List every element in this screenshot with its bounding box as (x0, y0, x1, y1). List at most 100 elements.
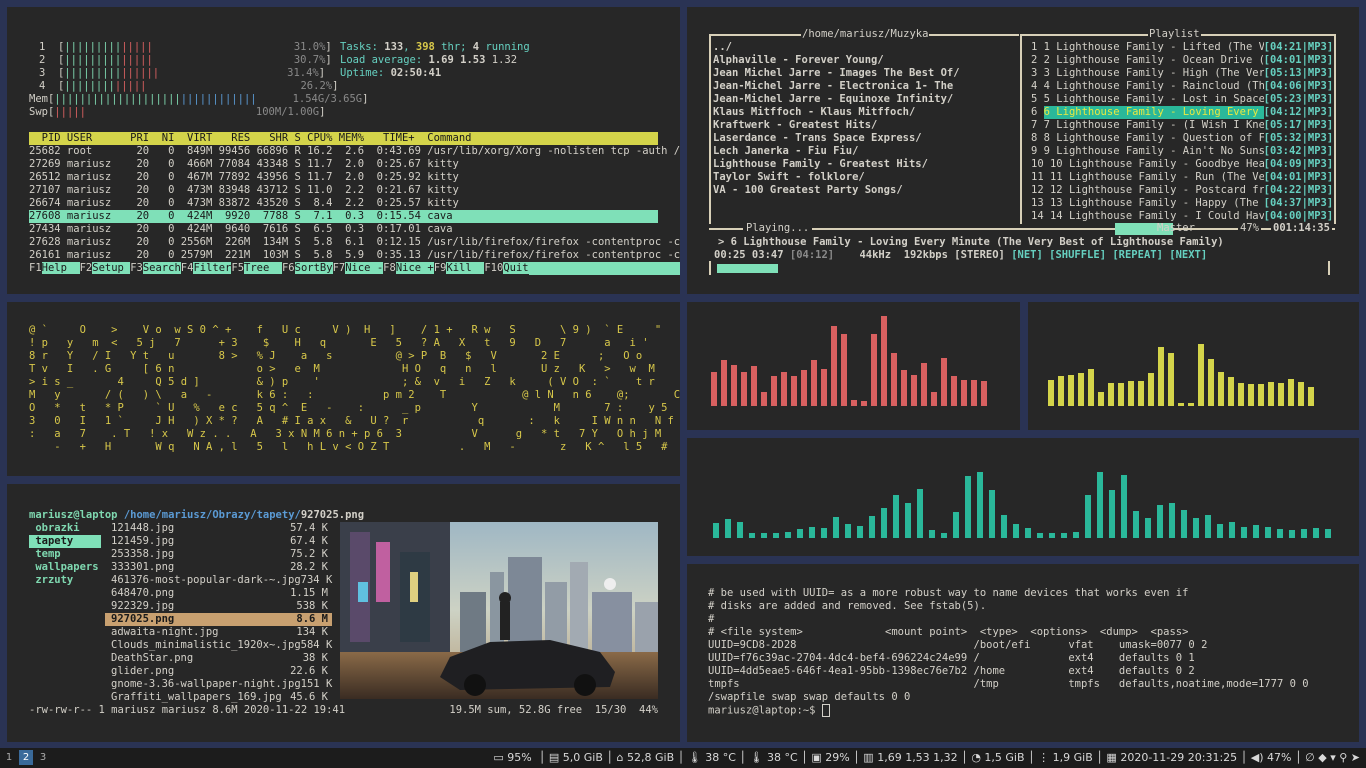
ranger-parent-column[interactable]: obrazki tapety temp wallpapers zrzuty (29, 522, 101, 587)
playlist-index: 4 (1031, 80, 1044, 92)
playlist-row[interactable]: 3 3 Lighthouse Family - High (The Very [… (1031, 67, 1333, 80)
playlist-row[interactable]: 11 11 Lighthouse Family - Run (The Very … (1031, 171, 1333, 184)
playlist-row[interactable]: 9 9 Lighthouse Family - Ain't No Sunshi[… (1031, 145, 1333, 158)
process-row[interactable]: 25682 root 20 0 849M 99456 66896 R 16.2 … (29, 145, 680, 158)
terminal-line: # disks are added and removed. See fstab… (708, 600, 987, 612)
process-row[interactable]: 27107 mariusz 20 0 473M 83948 43712 S 11… (29, 184, 658, 197)
file-row[interactable]: 461376-most-popular-dark-~.jpg 734 K (105, 574, 332, 587)
teal-bar (989, 490, 995, 538)
fkey-label-f7[interactable]: Nice - (345, 262, 384, 274)
cmus-window[interactable]: /home/mariusz/Muzyka ../Alphaville - For… (687, 7, 1359, 294)
process-row[interactable]: 27434 mariusz 20 0 424M 9640 7616 S 6.5 … (29, 223, 658, 236)
browser-item[interactable]: Jean Michel Jarre - Images The Best Of/ (713, 67, 960, 80)
fkey-label-f6[interactable]: SortBy (294, 262, 333, 274)
file-row[interactable]: glider.png 22.6 K (105, 665, 332, 678)
process-row[interactable]: 26161 mariusz 20 0 2579M 221M 103M S 5.8… (29, 249, 680, 262)
browser-item[interactable]: Taylor Swift - folklore/ (713, 171, 960, 184)
file-row[interactable]: 333301.png 28.2 K (105, 561, 332, 574)
location-icon[interactable]: ⚲ (1339, 751, 1347, 764)
file-row[interactable]: 648470.png 1.15 M (105, 587, 332, 600)
cpu-number: 3 (39, 67, 46, 79)
file-row[interactable]: 121448.jpg 57.4 K (105, 522, 332, 535)
directory-item[interactable]: temp (29, 548, 101, 561)
directory-item[interactable]: obrazki (29, 522, 101, 535)
fkey-label-f9[interactable]: Kill (446, 262, 485, 274)
progress-bar[interactable] (717, 264, 778, 273)
browser-item[interactable]: Alphaville - Forever Young/ (713, 54, 960, 67)
fkey-label-f2[interactable]: Setup (92, 262, 131, 274)
browser-item[interactable]: VA - 100 Greatest Party Songs/ (713, 184, 960, 197)
file-row[interactable]: 922329.jpg 538 K (105, 600, 332, 613)
workspace-button[interactable]: 1 (2, 750, 16, 765)
file-name: 333301.png (111, 561, 175, 573)
playlist-row[interactable]: 4 4 Lighthouse Family - Raincloud (The [… (1031, 80, 1333, 93)
browser-item[interactable]: ../ (713, 41, 960, 54)
visualizer-teal (687, 438, 1359, 556)
ranger-window[interactable]: mariusz@laptop /home/mariusz/Obrazy/tape… (7, 484, 680, 742)
playlist-duration: [04:12|MP3] (1263, 106, 1334, 118)
directory-item[interactable]: zrzuty (29, 574, 101, 587)
file-row[interactable]: 121459.jpg 67.4 K (105, 535, 332, 548)
process-row[interactable]: 26674 mariusz 20 0 473M 83872 43520 S 8.… (29, 197, 658, 210)
playlist-row[interactable]: 10 10 Lighthouse Family - Goodbye Heartb… (1031, 158, 1333, 171)
file-name: 121448.jpg (111, 522, 175, 534)
terminal-window[interactable]: # be used with UUID= as a more robust wa… (687, 564, 1359, 742)
browser-item[interactable]: Lech Janerka - Fiu Fiu/ (713, 145, 960, 158)
browser-item[interactable]: Lighthouse Family - Greatest Hits/ (713, 158, 960, 171)
file-row[interactable]: Graffiti_wallpapers_169.jpg 45.6 K (105, 691, 332, 704)
browser-list[interactable]: ../Alphaville - Forever Young/Jean Miche… (713, 41, 960, 197)
playlist-row[interactable]: 6 6 Lighthouse Family - Loving Every Mi[… (1031, 106, 1334, 119)
playlist-track: 13 Lighthouse Family - Happy (The Ver (1043, 197, 1264, 209)
fkey-label-f8[interactable]: Nice + (395, 262, 434, 274)
workspace-button[interactable]: 3 (36, 750, 50, 765)
file-row[interactable]: 927025.png 8.6 M (105, 613, 332, 626)
fkey-label-f4[interactable]: Filter (193, 262, 232, 274)
playlist-row[interactable]: 1 1 Lighthouse Family - Lifted (The Ver[… (1031, 41, 1333, 54)
home-icon: ⌂ (616, 751, 624, 764)
file-row[interactable]: adwaita-night.jpg 134 K (105, 626, 332, 639)
file-row[interactable]: DeathStar.png 38 K (105, 652, 332, 665)
playlist-row[interactable]: 12 12 Lighthouse Family - Postcard from … (1031, 184, 1333, 197)
ranger-file-column[interactable]: 121448.jpg 57.4 K 121459.jpg 67.4 K 253358.j… (105, 522, 332, 704)
browser-item[interactable]: Jean-Michel Jarre - Electronica 1- The (713, 80, 960, 93)
playlist-row[interactable]: 7 7 Lighthouse Family - (I Wish I Knew [… (1031, 119, 1333, 132)
file-row[interactable]: Clouds_minimalistic_1920x~.jpg 584 K (105, 639, 332, 652)
file-size: 75.2 K (290, 548, 328, 560)
browser-item[interactable]: Laserdance - Trans Space Express/ (713, 132, 960, 145)
fkey-label-f1[interactable]: Help (41, 262, 80, 274)
volume-bar[interactable]: Master (1115, 222, 1238, 235)
process-row[interactable]: 27628 mariusz 20 0 2556M 226M 134M S 5.8… (29, 236, 680, 249)
process-list[interactable]: 25682 root 20 0 849M 99456 66896 R 16.2 … (29, 145, 680, 262)
playlist-pane[interactable]: Playlist 1 1 Lighthouse Family - Lifted … (1020, 28, 1336, 224)
send-icon[interactable]: ➤ (1351, 751, 1360, 764)
wifi-icon[interactable]: ▾ (1330, 751, 1336, 764)
htop-window[interactable]: 1 [|||||||||||||| 31.0%] 2 [||||||||||||||… (7, 7, 680, 294)
directory-item[interactable]: wallpapers (29, 561, 101, 574)
browser-item[interactable]: Kraftwerk - Greatest Hits/ (713, 119, 960, 132)
directory-item[interactable]: tapety (29, 535, 101, 548)
browser-item[interactable]: Jean-Michel Jarre - Equinoxe Infinity/ (713, 93, 960, 106)
paperclip-icon[interactable]: ∅ (1305, 751, 1315, 764)
playlist-row[interactable]: 5 5 Lighthouse Family - Lost in Space ([… (1031, 93, 1333, 106)
fkey-label-f3[interactable]: Search (142, 262, 181, 274)
fkey-label-f10[interactable]: Quit (503, 262, 529, 274)
terminal-prompt[interactable]: mariusz@laptop:~$ (708, 704, 830, 717)
process-row[interactable]: 26512 mariusz 20 0 467M 77892 43956 S 11… (29, 171, 658, 184)
browser-pane[interactable]: /home/mariusz/Muzyka ../Alphaville - For… (709, 28, 1019, 224)
playlist-row[interactable]: 8 8 Lighthouse Family - Question of Fai[… (1031, 132, 1333, 145)
playlist-row[interactable]: 2 2 Lighthouse Family - Ocean Drive (Th[… (1031, 54, 1333, 67)
browser-item[interactable]: Klaus Mitffoch - Klaus Mitffoch/ (713, 106, 960, 119)
fkey-label-f5[interactable]: Tree (244, 262, 282, 274)
file-row[interactable]: gnome-3.36-wallpaper-night.jpg 151 K (105, 678, 332, 691)
process-table-header[interactable]: PID USER PRI NI VIRT RES SHR S CPU% MEM%… (29, 132, 658, 145)
shield-icon[interactable]: ◆ (1318, 751, 1326, 764)
playlist-row[interactable]: 13 13 Lighthouse Family - Happy (The Ver… (1031, 197, 1333, 210)
file-size: 38 K (302, 652, 328, 664)
file-row[interactable]: 253358.jpg 75.2 K (105, 548, 332, 561)
yellow-bar (1228, 377, 1234, 406)
process-row[interactable]: 27269 mariusz 20 0 466M 77084 43348 S 11… (29, 158, 658, 171)
fkey-f4: F4 (180, 262, 194, 274)
process-row[interactable]: 27608 mariusz 20 0 424M 9920 7788 S 7.1 … (29, 210, 658, 223)
playlist-list[interactable]: 1 1 Lighthouse Family - Lifted (The Ver[… (1031, 41, 1334, 223)
workspace-button[interactable]: 2 (19, 750, 33, 765)
